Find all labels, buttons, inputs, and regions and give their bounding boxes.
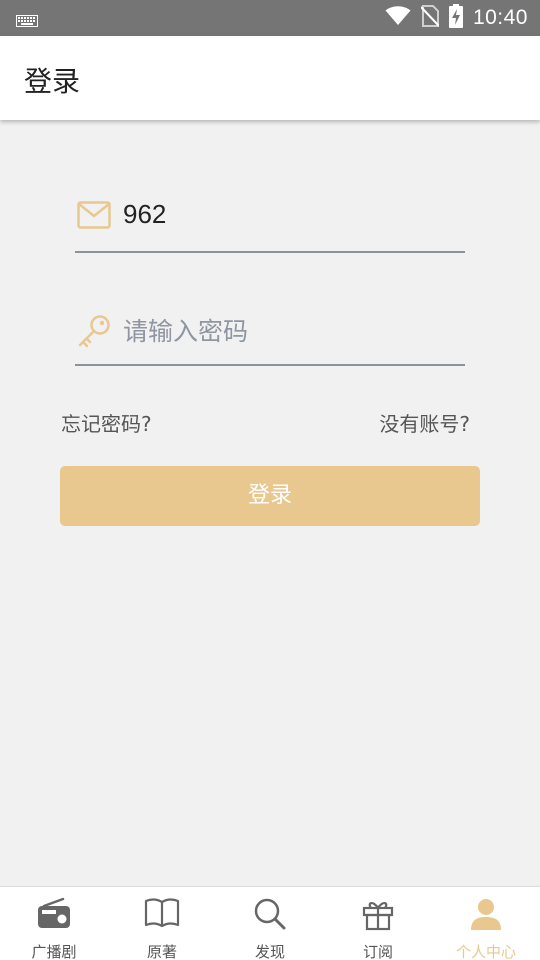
gift-icon bbox=[361, 897, 395, 935]
nav-label: 广播剧 bbox=[31, 943, 77, 960]
radio-icon bbox=[37, 897, 71, 935]
no-sim-icon bbox=[420, 5, 440, 31]
nav-label: 订阅 bbox=[362, 943, 393, 960]
login-button[interactable]: 登录 bbox=[60, 466, 480, 526]
page-title: 登录 bbox=[24, 65, 81, 98]
password-field[interactable]: 请输入密码 bbox=[75, 306, 465, 366]
keyboard-icon bbox=[16, 12, 38, 31]
status-bar: 10:40 bbox=[0, 0, 540, 36]
forgot-password-link[interactable]: 忘记密码? bbox=[61, 408, 152, 437]
nav-item-original[interactable]: 原著 bbox=[108, 887, 216, 960]
nav-item-discover[interactable]: 发现 bbox=[216, 887, 324, 960]
clock: 10:40 bbox=[472, 6, 528, 29]
mail-icon bbox=[77, 201, 111, 233]
bottom-nav: 广播剧 原著 发现 订阅 个人中心 bbox=[0, 886, 540, 960]
nav-item-radio-drama[interactable]: 广播剧 bbox=[0, 887, 108, 960]
nav-item-subscribe[interactable]: 订阅 bbox=[324, 887, 432, 960]
nav-label: 原著 bbox=[146, 943, 177, 960]
wifi-icon bbox=[385, 6, 411, 30]
email-field[interactable]: 962 bbox=[75, 193, 465, 253]
search-icon bbox=[253, 897, 287, 935]
person-icon bbox=[469, 897, 503, 935]
register-link[interactable]: 没有账号? bbox=[379, 408, 470, 437]
email-value: 962 bbox=[123, 199, 167, 229]
app-bar: 登录 bbox=[0, 36, 540, 120]
book-icon bbox=[144, 897, 180, 933]
battery-charging-icon bbox=[448, 4, 463, 32]
nav-label: 个人中心 bbox=[455, 943, 516, 960]
nav-item-profile[interactable]: 个人中心 bbox=[432, 887, 540, 960]
nav-label: 发现 bbox=[254, 943, 285, 960]
password-placeholder: 请输入密码 bbox=[123, 317, 249, 346]
key-icon bbox=[77, 314, 111, 352]
